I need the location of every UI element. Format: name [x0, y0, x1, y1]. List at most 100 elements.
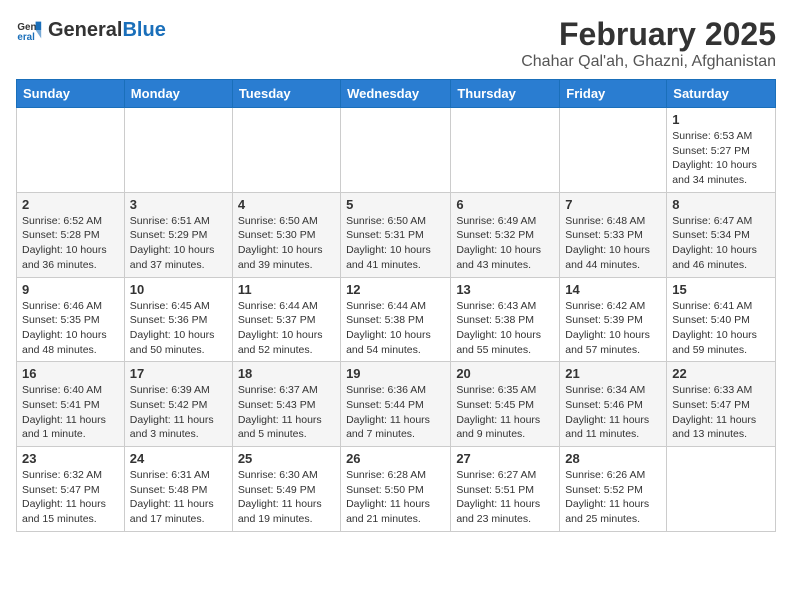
sunset-label: Sunset: 5:42 PM	[130, 399, 208, 411]
day-number: 14	[565, 282, 661, 297]
sunrise-label: Sunrise: 6:27 AM	[456, 469, 536, 481]
day-info: Sunrise: 6:51 AM Sunset: 5:29 PM Dayligh…	[130, 214, 227, 273]
sunrise-label: Sunrise: 6:26 AM	[565, 469, 645, 481]
sunrise-label: Sunrise: 6:30 AM	[238, 469, 318, 481]
day-info: Sunrise: 6:44 AM Sunset: 5:37 PM Dayligh…	[238, 299, 335, 358]
sunrise-label: Sunrise: 6:43 AM	[456, 300, 536, 312]
day-number: 9	[22, 282, 119, 297]
calendar-cell	[451, 108, 560, 193]
calendar-cell: 3 Sunrise: 6:51 AM Sunset: 5:29 PM Dayli…	[124, 192, 232, 277]
sunrise-label: Sunrise: 6:34 AM	[565, 384, 645, 396]
sunrise-label: Sunrise: 6:42 AM	[565, 300, 645, 312]
weekday-header-row: SundayMondayTuesdayWednesdayThursdayFrid…	[17, 80, 776, 108]
day-info: Sunrise: 6:44 AM Sunset: 5:38 PM Dayligh…	[346, 299, 445, 358]
daylight-label: Daylight: 10 hours and 44 minutes.	[565, 244, 650, 271]
header: Gen eral GeneralBlue February 2025 Chaha…	[16, 16, 776, 71]
calendar-cell	[232, 108, 340, 193]
daylight-label: Daylight: 10 hours and 34 minutes.	[672, 159, 757, 186]
calendar-cell: 11 Sunrise: 6:44 AM Sunset: 5:37 PM Dayl…	[232, 277, 340, 362]
day-info: Sunrise: 6:48 AM Sunset: 5:33 PM Dayligh…	[565, 214, 661, 273]
sunset-label: Sunset: 5:52 PM	[565, 484, 643, 496]
logo-blue: Blue	[122, 19, 165, 41]
weekday-header: Thursday	[451, 80, 560, 108]
day-info: Sunrise: 6:49 AM Sunset: 5:32 PM Dayligh…	[456, 214, 554, 273]
day-info: Sunrise: 6:45 AM Sunset: 5:36 PM Dayligh…	[130, 299, 227, 358]
day-number: 22	[672, 366, 770, 381]
day-info: Sunrise: 6:31 AM Sunset: 5:48 PM Dayligh…	[130, 468, 227, 527]
sunset-label: Sunset: 5:50 PM	[346, 484, 424, 496]
location-title: Chahar Qal'ah, Ghazni, Afghanistan	[521, 53, 776, 71]
calendar-week-row: 1 Sunrise: 6:53 AM Sunset: 5:27 PM Dayli…	[17, 108, 776, 193]
day-number: 11	[238, 282, 335, 297]
day-number: 13	[456, 282, 554, 297]
day-info: Sunrise: 6:50 AM Sunset: 5:31 PM Dayligh…	[346, 214, 445, 273]
daylight-label: Daylight: 10 hours and 48 minutes.	[22, 329, 107, 356]
calendar-cell: 6 Sunrise: 6:49 AM Sunset: 5:32 PM Dayli…	[451, 192, 560, 277]
sunset-label: Sunset: 5:48 PM	[130, 484, 208, 496]
day-number: 10	[130, 282, 227, 297]
daylight-label: Daylight: 11 hours and 25 minutes.	[565, 498, 649, 525]
sunset-label: Sunset: 5:38 PM	[346, 314, 424, 326]
sunrise-label: Sunrise: 6:31 AM	[130, 469, 210, 481]
day-info: Sunrise: 6:50 AM Sunset: 5:30 PM Dayligh…	[238, 214, 335, 273]
day-number: 26	[346, 451, 445, 466]
sunrise-label: Sunrise: 6:33 AM	[672, 384, 752, 396]
day-info: Sunrise: 6:39 AM Sunset: 5:42 PM Dayligh…	[130, 383, 227, 442]
daylight-label: Daylight: 11 hours and 9 minutes.	[456, 414, 540, 441]
calendar-cell: 16 Sunrise: 6:40 AM Sunset: 5:41 PM Dayl…	[17, 362, 125, 447]
day-info: Sunrise: 6:47 AM Sunset: 5:34 PM Dayligh…	[672, 214, 770, 273]
day-info: Sunrise: 6:35 AM Sunset: 5:45 PM Dayligh…	[456, 383, 554, 442]
sunset-label: Sunset: 5:28 PM	[22, 229, 100, 241]
day-number: 15	[672, 282, 770, 297]
calendar-cell: 15 Sunrise: 6:41 AM Sunset: 5:40 PM Dayl…	[667, 277, 776, 362]
day-number: 12	[346, 282, 445, 297]
day-info: Sunrise: 6:27 AM Sunset: 5:51 PM Dayligh…	[456, 468, 554, 527]
calendar-cell	[560, 108, 667, 193]
day-info: Sunrise: 6:32 AM Sunset: 5:47 PM Dayligh…	[22, 468, 119, 527]
sunset-label: Sunset: 5:40 PM	[672, 314, 750, 326]
calendar-cell: 19 Sunrise: 6:36 AM Sunset: 5:44 PM Dayl…	[341, 362, 451, 447]
day-number: 6	[456, 197, 554, 212]
sunset-label: Sunset: 5:38 PM	[456, 314, 534, 326]
title-area: February 2025 Chahar Qal'ah, Ghazni, Afg…	[521, 16, 776, 71]
sunset-label: Sunset: 5:44 PM	[346, 399, 424, 411]
daylight-label: Daylight: 11 hours and 1 minute.	[22, 414, 106, 441]
sunrise-label: Sunrise: 6:48 AM	[565, 215, 645, 227]
calendar-cell: 18 Sunrise: 6:37 AM Sunset: 5:43 PM Dayl…	[232, 362, 340, 447]
daylight-label: Daylight: 11 hours and 3 minutes.	[130, 414, 214, 441]
calendar-cell: 5 Sunrise: 6:50 AM Sunset: 5:31 PM Dayli…	[341, 192, 451, 277]
day-number: 7	[565, 197, 661, 212]
calendar-cell: 4 Sunrise: 6:50 AM Sunset: 5:30 PM Dayli…	[232, 192, 340, 277]
sunset-label: Sunset: 5:31 PM	[346, 229, 424, 241]
calendar-cell: 28 Sunrise: 6:26 AM Sunset: 5:52 PM Dayl…	[560, 447, 667, 532]
weekday-header: Tuesday	[232, 80, 340, 108]
sunset-label: Sunset: 5:45 PM	[456, 399, 534, 411]
day-info: Sunrise: 6:37 AM Sunset: 5:43 PM Dayligh…	[238, 383, 335, 442]
weekday-header: Friday	[560, 80, 667, 108]
calendar-cell: 17 Sunrise: 6:39 AM Sunset: 5:42 PM Dayl…	[124, 362, 232, 447]
day-info: Sunrise: 6:40 AM Sunset: 5:41 PM Dayligh…	[22, 383, 119, 442]
day-info: Sunrise: 6:41 AM Sunset: 5:40 PM Dayligh…	[672, 299, 770, 358]
sunrise-label: Sunrise: 6:28 AM	[346, 469, 426, 481]
daylight-label: Daylight: 11 hours and 21 minutes.	[346, 498, 430, 525]
calendar-cell: 26 Sunrise: 6:28 AM Sunset: 5:50 PM Dayl…	[341, 447, 451, 532]
sunset-label: Sunset: 5:43 PM	[238, 399, 316, 411]
day-info: Sunrise: 6:43 AM Sunset: 5:38 PM Dayligh…	[456, 299, 554, 358]
sunrise-label: Sunrise: 6:37 AM	[238, 384, 318, 396]
sunset-label: Sunset: 5:39 PM	[565, 314, 643, 326]
day-info: Sunrise: 6:26 AM Sunset: 5:52 PM Dayligh…	[565, 468, 661, 527]
day-number: 5	[346, 197, 445, 212]
calendar-cell	[124, 108, 232, 193]
calendar-cell: 20 Sunrise: 6:35 AM Sunset: 5:45 PM Dayl…	[451, 362, 560, 447]
daylight-label: Daylight: 10 hours and 54 minutes.	[346, 329, 431, 356]
calendar-cell: 10 Sunrise: 6:45 AM Sunset: 5:36 PM Dayl…	[124, 277, 232, 362]
daylight-label: Daylight: 11 hours and 19 minutes.	[238, 498, 322, 525]
logo-general: General	[48, 19, 122, 41]
weekday-header: Saturday	[667, 80, 776, 108]
sunset-label: Sunset: 5:35 PM	[22, 314, 100, 326]
sunrise-label: Sunrise: 6:44 AM	[238, 300, 318, 312]
day-number: 18	[238, 366, 335, 381]
daylight-label: Daylight: 10 hours and 41 minutes.	[346, 244, 431, 271]
sunset-label: Sunset: 5:30 PM	[238, 229, 316, 241]
calendar-cell: 25 Sunrise: 6:30 AM Sunset: 5:49 PM Dayl…	[232, 447, 340, 532]
